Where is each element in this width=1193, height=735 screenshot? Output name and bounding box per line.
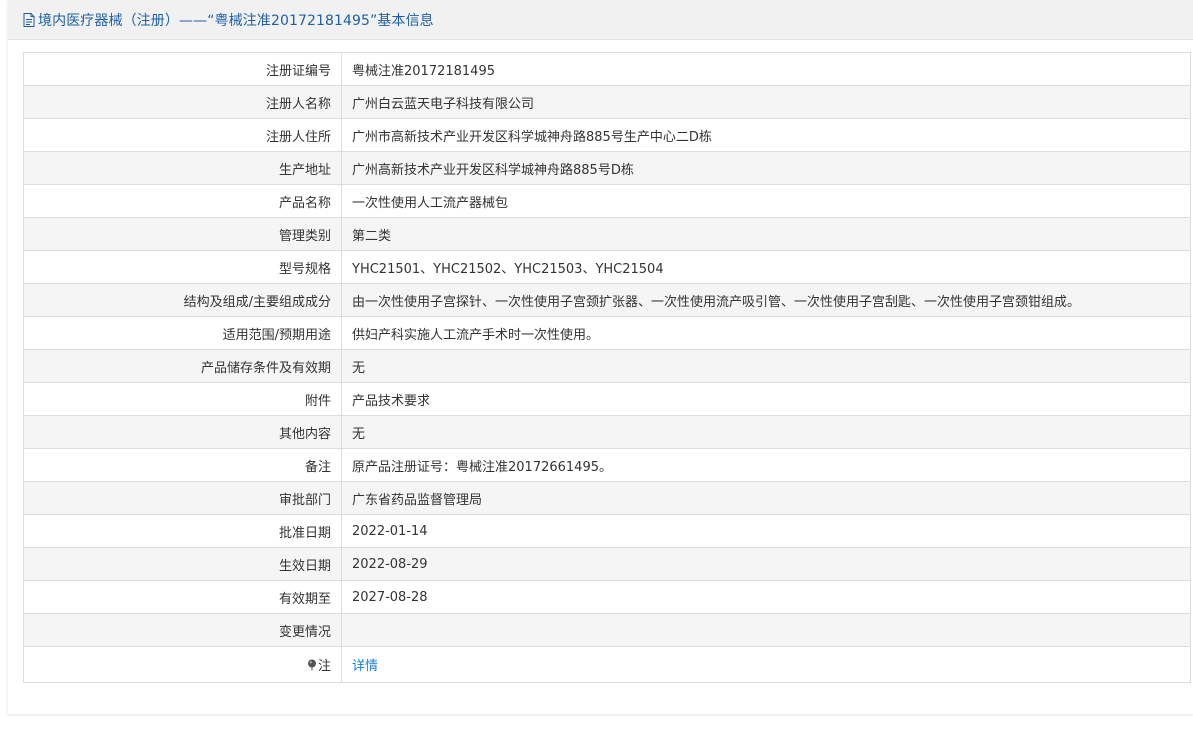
- detail-link[interactable]: 详情: [352, 659, 378, 674]
- row-value: 粤械注准20172181495: [341, 52, 1191, 86]
- table-row: 变更情况: [23, 613, 1191, 647]
- row-label: 批准日期: [23, 514, 342, 548]
- row-label: 注册人名称: [23, 85, 342, 119]
- table-row: 产品名称 一次性使用人工流产器械包: [23, 184, 1191, 218]
- note-value-cell: 详情: [341, 646, 1191, 683]
- table-row: 生效日期 2022-08-29: [23, 547, 1191, 581]
- table-row: 备注 原产品注册证号：粤械注准20172661495。: [23, 448, 1191, 482]
- table-row: 管理类别 第二类: [23, 217, 1191, 251]
- row-label: 产品储存条件及有效期: [23, 349, 342, 383]
- row-value: 2022-08-29: [341, 547, 1191, 581]
- row-value: 由一次性使用子宫探针、一次性使用子宫颈扩张器、一次性使用流产吸引管、一次性使用子…: [341, 283, 1191, 317]
- table-row: 批准日期 2022-01-14: [23, 514, 1191, 548]
- table-row: 适用范围/预期用途 供妇产科实施人工流产手术时一次性使用。: [23, 316, 1191, 350]
- row-value: 广东省药品监督管理局: [341, 481, 1191, 515]
- row-label: 适用范围/预期用途: [23, 316, 342, 350]
- table-row: 注册证编号 粤械注准20172181495: [23, 52, 1191, 86]
- table-row: 生产地址 广州高新技术产业开发区科学城神舟路885号D栋: [23, 151, 1191, 185]
- note-label-cell: 注: [23, 646, 342, 683]
- row-label: 生效日期: [23, 547, 342, 581]
- row-label: 其他内容: [23, 415, 342, 449]
- table-row: 注册人住所 广州市高新技术产业开发区科学城神舟路885号生产中心二D栋: [23, 118, 1191, 152]
- note-label: 注: [317, 659, 331, 674]
- row-value: 广州高新技术产业开发区科学城神舟路885号D栋: [341, 151, 1191, 185]
- row-value: 2027-08-28: [341, 580, 1191, 614]
- panel-header: 境内医疗器械（注册）——“粤械注准20172181495”基本信息: [8, 0, 1193, 40]
- table-row: 附件 产品技术要求: [23, 382, 1191, 416]
- row-label: 有效期至: [23, 580, 342, 614]
- note-row: 注 详情: [23, 646, 1191, 683]
- row-value: 产品技术要求: [341, 382, 1191, 416]
- table-row: 注册人名称 广州白云蓝天电子科技有限公司: [23, 85, 1191, 119]
- row-value: [341, 613, 1191, 647]
- row-label: 备注: [23, 448, 342, 482]
- row-value: 供妇产科实施人工流产手术时一次性使用。: [341, 316, 1191, 350]
- row-value: 原产品注册证号：粤械注准20172661495。: [341, 448, 1191, 482]
- row-label: 产品名称: [23, 184, 342, 218]
- pin-icon: [307, 659, 316, 671]
- info-table: 注册证编号 粤械注准20172181495 注册人名称 广州白云蓝天电子科技有限公司注…: [23, 52, 1191, 683]
- row-value: YHC21501、YHC21502、YHC21503、YHC21504: [341, 250, 1191, 284]
- table-row: 型号规格 YHC21501、YHC21502、YHC21503、YHC21504: [23, 250, 1191, 284]
- row-label: 审批部门: [23, 481, 342, 515]
- row-label: 生产地址: [23, 151, 342, 185]
- row-value: 2022-01-14: [341, 514, 1191, 548]
- page-title: 境内医疗器械（注册）——“粤械注准20172181495”基本信息: [38, 12, 434, 29]
- row-value: 广州白云蓝天电子科技有限公司: [341, 85, 1191, 119]
- row-value: 第二类: [341, 217, 1191, 251]
- row-label: 附件: [23, 382, 342, 416]
- table-row: 结构及组成/主要组成成分 由一次性使用子宫探针、一次性使用子宫颈扩张器、一次性使用…: [23, 283, 1191, 317]
- row-label: 注册证编号: [23, 52, 342, 86]
- table-row: 有效期至 2027-08-28: [23, 580, 1191, 614]
- row-label: 管理类别: [23, 217, 342, 251]
- row-label: 注册人住所: [23, 118, 342, 152]
- row-value: 一次性使用人工流产器械包: [341, 184, 1191, 218]
- row-label: 变更情况: [23, 613, 342, 647]
- row-label: 型号规格: [23, 250, 342, 284]
- row-value: 无: [341, 349, 1191, 383]
- table-row: 产品储存条件及有效期无: [23, 349, 1191, 383]
- table-row: 其他内容无: [23, 415, 1191, 449]
- document-icon: [23, 12, 35, 27]
- row-value: 无: [341, 415, 1191, 449]
- row-value: 广州市高新技术产业开发区科学城神舟路885号生产中心二D栋: [341, 118, 1191, 152]
- info-panel: 境内医疗器械（注册）——“粤械注准20172181495”基本信息 注册证编号粤…: [8, 0, 1193, 714]
- row-label: 结构及组成/主要组成成分: [23, 283, 342, 317]
- table-row: 审批部门 广东省药品监督管理局: [23, 481, 1191, 515]
